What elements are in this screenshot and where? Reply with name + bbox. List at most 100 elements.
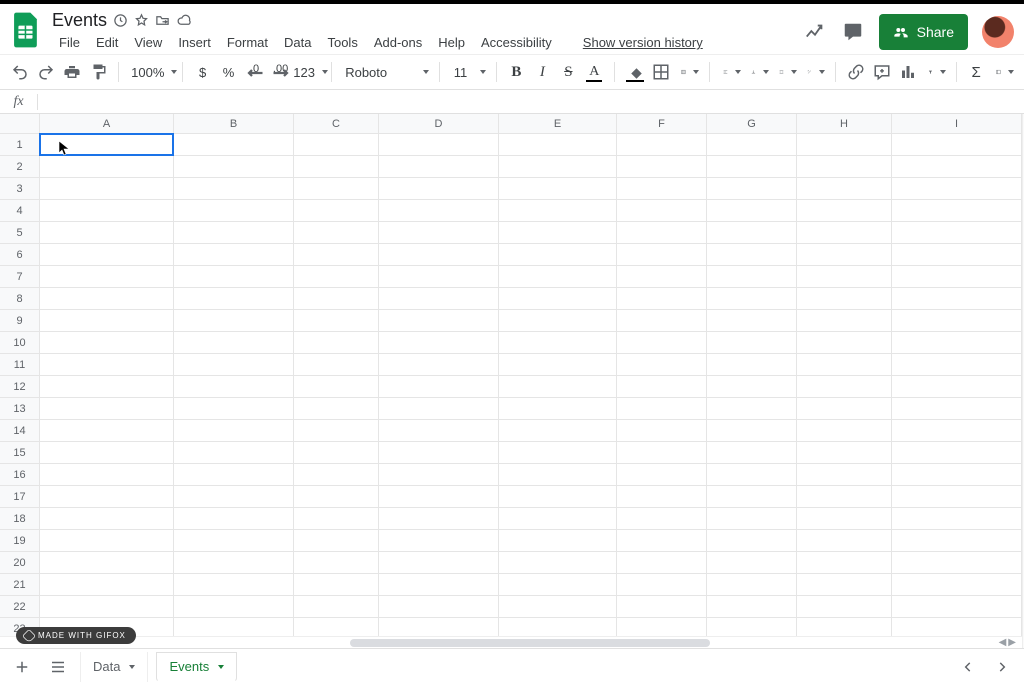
cell-C16[interactable] bbox=[294, 464, 379, 486]
cell-I23[interactable] bbox=[892, 618, 1022, 636]
cell-I1[interactable] bbox=[892, 134, 1022, 156]
cell-E2[interactable] bbox=[499, 156, 617, 178]
cell-C23[interactable] bbox=[294, 618, 379, 636]
cell-C13[interactable] bbox=[294, 398, 379, 420]
cell-D23[interactable] bbox=[379, 618, 499, 636]
cell-B13[interactable] bbox=[174, 398, 294, 420]
insert-comment-button[interactable] bbox=[870, 59, 894, 85]
merge-cells-button[interactable] bbox=[675, 59, 701, 85]
cell-A5[interactable] bbox=[40, 222, 174, 244]
cell-C6[interactable] bbox=[294, 244, 379, 266]
comments-icon[interactable] bbox=[841, 20, 865, 44]
cell-D2[interactable] bbox=[379, 156, 499, 178]
menu-tools[interactable]: Tools bbox=[320, 33, 364, 52]
cell-I2[interactable] bbox=[892, 156, 1022, 178]
currency-button[interactable]: $ bbox=[191, 59, 215, 85]
cell-A10[interactable] bbox=[40, 332, 174, 354]
cell-F8[interactable] bbox=[617, 288, 707, 310]
row-header-7[interactable]: 7 bbox=[0, 266, 40, 288]
decrease-decimal-button[interactable]: .0 bbox=[243, 59, 267, 85]
cell-A4[interactable] bbox=[40, 200, 174, 222]
cell-C22[interactable] bbox=[294, 596, 379, 618]
cell-F11[interactable] bbox=[617, 354, 707, 376]
account-avatar[interactable] bbox=[982, 16, 1014, 48]
cell-H18[interactable] bbox=[797, 508, 892, 530]
number-format-select[interactable]: 123 bbox=[295, 59, 323, 85]
cell-G4[interactable] bbox=[707, 200, 797, 222]
cell-F2[interactable] bbox=[617, 156, 707, 178]
cell-E23[interactable] bbox=[499, 618, 617, 636]
cell-D19[interactable] bbox=[379, 530, 499, 552]
cell-H11[interactable] bbox=[797, 354, 892, 376]
cell-H1[interactable] bbox=[797, 134, 892, 156]
cell-I3[interactable] bbox=[892, 178, 1022, 200]
cell-A18[interactable] bbox=[40, 508, 174, 530]
cell-C18[interactable] bbox=[294, 508, 379, 530]
cell-A16[interactable] bbox=[40, 464, 174, 486]
cell-A22[interactable] bbox=[40, 596, 174, 618]
row-header-15[interactable]: 15 bbox=[0, 442, 40, 464]
rotate-button[interactable] bbox=[801, 59, 827, 85]
cell-H14[interactable] bbox=[797, 420, 892, 442]
cell-F23[interactable] bbox=[617, 618, 707, 636]
cell-F18[interactable] bbox=[617, 508, 707, 530]
cell-H4[interactable] bbox=[797, 200, 892, 222]
sheet-tab-events[interactable]: Events bbox=[156, 652, 237, 682]
cell-H10[interactable] bbox=[797, 332, 892, 354]
insert-chart-button[interactable] bbox=[896, 59, 920, 85]
cell-I11[interactable] bbox=[892, 354, 1022, 376]
cell-F4[interactable] bbox=[617, 200, 707, 222]
cell-G21[interactable] bbox=[707, 574, 797, 596]
cell-C7[interactable] bbox=[294, 266, 379, 288]
cell-E5[interactable] bbox=[499, 222, 617, 244]
row-header-20[interactable]: 20 bbox=[0, 552, 40, 574]
row-header-6[interactable]: 6 bbox=[0, 244, 40, 266]
row-header-18[interactable]: 18 bbox=[0, 508, 40, 530]
cell-E12[interactable] bbox=[499, 376, 617, 398]
cell-E9[interactable] bbox=[499, 310, 617, 332]
row-header-17[interactable]: 17 bbox=[0, 486, 40, 508]
row-header-16[interactable]: 16 bbox=[0, 464, 40, 486]
cell-I21[interactable] bbox=[892, 574, 1022, 596]
cell-C4[interactable] bbox=[294, 200, 379, 222]
cell-H5[interactable] bbox=[797, 222, 892, 244]
cell-H13[interactable] bbox=[797, 398, 892, 420]
cell-D15[interactable] bbox=[379, 442, 499, 464]
cell-B2[interactable] bbox=[174, 156, 294, 178]
col-header-D[interactable]: D bbox=[379, 114, 499, 134]
cell-B7[interactable] bbox=[174, 266, 294, 288]
cell-G3[interactable] bbox=[707, 178, 797, 200]
font-select[interactable]: Roboto bbox=[339, 59, 431, 85]
cell-C5[interactable] bbox=[294, 222, 379, 244]
cell-G7[interactable] bbox=[707, 266, 797, 288]
cell-A9[interactable] bbox=[40, 310, 174, 332]
cell-G22[interactable] bbox=[707, 596, 797, 618]
cell-A21[interactable] bbox=[40, 574, 174, 596]
h-scroll-track[interactable] bbox=[0, 637, 993, 648]
paint-format-button[interactable] bbox=[86, 59, 110, 85]
borders-button[interactable] bbox=[649, 59, 673, 85]
insert-link-button[interactable] bbox=[844, 59, 868, 85]
cell-A7[interactable] bbox=[40, 266, 174, 288]
cell-B18[interactable] bbox=[174, 508, 294, 530]
cell-E8[interactable] bbox=[499, 288, 617, 310]
cell-E22[interactable] bbox=[499, 596, 617, 618]
cell-D21[interactable] bbox=[379, 574, 499, 596]
cell-B11[interactable] bbox=[174, 354, 294, 376]
col-header-B[interactable]: B bbox=[174, 114, 294, 134]
add-sheet-button[interactable] bbox=[8, 653, 36, 681]
cell-H19[interactable] bbox=[797, 530, 892, 552]
activity-icon[interactable] bbox=[113, 13, 128, 28]
cell-C21[interactable] bbox=[294, 574, 379, 596]
sheets-logo[interactable] bbox=[10, 10, 42, 50]
cell-D18[interactable] bbox=[379, 508, 499, 530]
cell-E21[interactable] bbox=[499, 574, 617, 596]
cell-B15[interactable] bbox=[174, 442, 294, 464]
cell-C15[interactable] bbox=[294, 442, 379, 464]
cell-G1[interactable] bbox=[707, 134, 797, 156]
cell-I12[interactable] bbox=[892, 376, 1022, 398]
menu-view[interactable]: View bbox=[127, 33, 169, 52]
row-header-21[interactable]: 21 bbox=[0, 574, 40, 596]
cell-E3[interactable] bbox=[499, 178, 617, 200]
share-button[interactable]: Share bbox=[879, 14, 968, 50]
